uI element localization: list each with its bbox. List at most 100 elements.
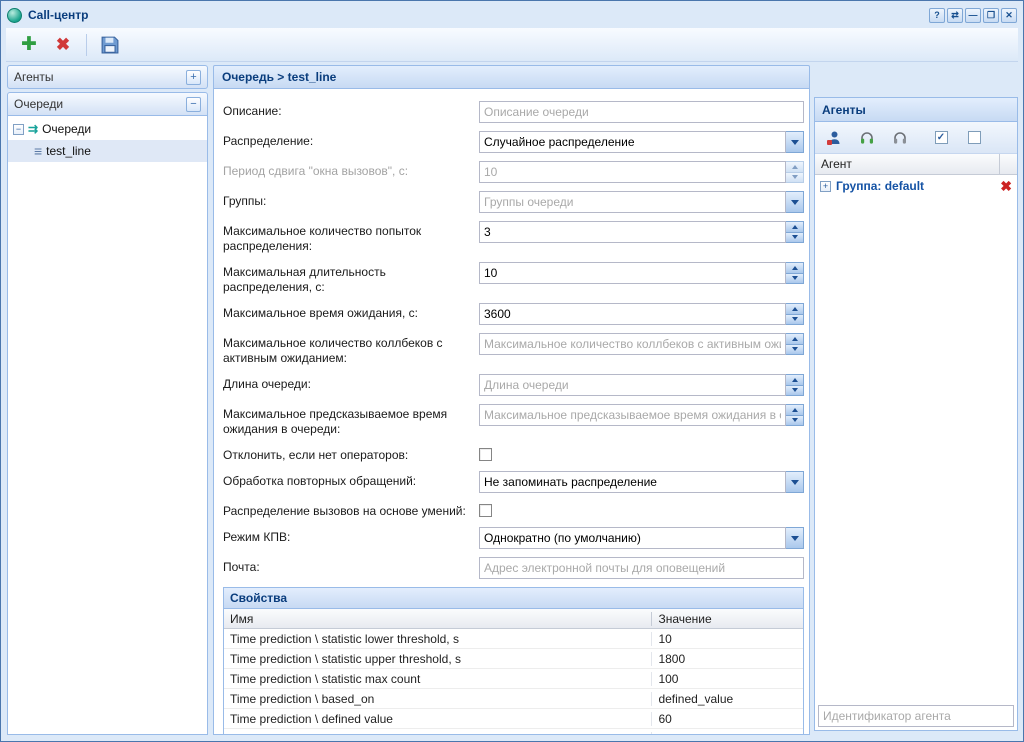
- tree-root-label: Очереди: [42, 122, 91, 136]
- spin-down-icon[interactable]: [786, 416, 804, 427]
- spin-down-icon[interactable]: [786, 315, 804, 326]
- tree-expander-icon[interactable]: −: [13, 124, 24, 135]
- property-name: Time prediction \ defined value: [224, 712, 652, 726]
- maximize-button[interactable]: ❐: [983, 8, 999, 23]
- property-row[interactable]: Time prediction \ defined value 60: [224, 709, 803, 729]
- agents-panel-footer: [815, 702, 1017, 730]
- delete-button[interactable]: ✖: [49, 31, 77, 59]
- column-header-value[interactable]: Значение: [652, 612, 803, 626]
- field-label: Период сдвига "окна вызовов", с:: [223, 161, 479, 179]
- property-row[interactable]: Time prediction \ statistic upper thresh…: [224, 649, 803, 669]
- close-button[interactable]: ✕: [1001, 8, 1017, 23]
- max-attempts-spinner[interactable]: [479, 221, 786, 243]
- spin-up-icon[interactable]: [786, 303, 804, 315]
- unassign-agent-button[interactable]: [891, 129, 909, 147]
- field-label: Максимальное время ожидания, с:: [223, 303, 479, 321]
- spin-down-icon[interactable]: [786, 386, 804, 397]
- spin-up-icon[interactable]: [786, 262, 804, 274]
- max-predicted-wait-spinner[interactable]: [479, 404, 786, 426]
- spinner-buttons: [786, 221, 804, 243]
- form-row-groups: Группы:: [223, 191, 804, 213]
- distribution-combo[interactable]: [479, 131, 786, 153]
- property-name: Time prediction \ min values in statisti…: [224, 732, 652, 736]
- agent-group-row[interactable]: + Группа: default ✖: [815, 175, 1017, 197]
- property-row[interactable]: Time prediction \ statistic max count 10…: [224, 669, 803, 689]
- max-callbacks-spinner[interactable]: [479, 333, 786, 355]
- call-window-shift-spinner: [479, 161, 786, 183]
- agent-id-input[interactable]: [818, 705, 1014, 727]
- chevron-down-icon[interactable]: [786, 191, 804, 213]
- spinner-buttons: [786, 333, 804, 355]
- form-row-max-predicted-wait: Максимальное предсказываемое время ожида…: [223, 404, 804, 437]
- add-icon: ✚: [21, 35, 37, 54]
- agents-panel-header: Агенты: [815, 98, 1017, 122]
- chevron-down-icon[interactable]: [786, 471, 804, 493]
- property-value: 10: [652, 732, 803, 736]
- queue-form: Описание: Распределение: Период сдвига "…: [213, 89, 810, 735]
- column-header-spacer: [1000, 154, 1017, 174]
- select-all-button[interactable]: ✓: [932, 129, 950, 147]
- add-button[interactable]: ✚: [15, 31, 43, 59]
- tree-item-queues-root[interactable]: − ⇉ Очереди: [8, 118, 207, 140]
- queue-detail-panel: Очередь > test_line Описание: Распределе…: [213, 65, 810, 735]
- chevron-down-icon[interactable]: [786, 131, 804, 153]
- column-header-name[interactable]: Имя: [224, 612, 652, 626]
- property-row[interactable]: Time prediction \ min values in statisti…: [224, 729, 803, 735]
- spin-up-icon[interactable]: [786, 221, 804, 233]
- expand-icon[interactable]: +: [186, 70, 201, 85]
- repeat-handling-combo[interactable]: [479, 471, 786, 493]
- spin-up-icon[interactable]: [786, 374, 804, 386]
- spin-down-icon[interactable]: [786, 345, 804, 356]
- form-row-max-callbacks: Максимальное количество коллбеков с акти…: [223, 333, 804, 366]
- field-label: Максимальное количество попыток распреде…: [223, 221, 479, 254]
- spin-up-icon[interactable]: [786, 404, 804, 416]
- checked-checkbox-icon: ✓: [935, 131, 948, 144]
- group-label: Группа: default: [836, 179, 924, 193]
- window-controls: ? ⇄ — ❐ ✕: [929, 8, 1017, 23]
- property-name: Time prediction \ based_on: [224, 692, 652, 706]
- kpv-mode-combo[interactable]: [479, 527, 786, 549]
- collapse-icon[interactable]: −: [186, 97, 201, 112]
- agent-icon: [826, 130, 842, 146]
- save-icon: [101, 36, 119, 54]
- spin-up-icon[interactable]: [786, 333, 804, 345]
- property-row[interactable]: Time prediction \ based_on defined_value: [224, 689, 803, 709]
- tree-item-test-line[interactable]: ≡ test_line: [8, 140, 207, 162]
- max-duration-spinner[interactable]: [479, 262, 786, 284]
- skill-based-checkbox[interactable]: [479, 504, 492, 517]
- group-expander-icon[interactable]: +: [820, 181, 831, 192]
- form-row-max-duration: Максимальная длительность распределения,…: [223, 262, 804, 295]
- queue-detail-header: Очередь > test_line: [213, 65, 810, 89]
- help-button[interactable]: ?: [929, 8, 945, 23]
- spin-down-icon[interactable]: [786, 233, 804, 244]
- field-label: Обработка повторных обращений:: [223, 471, 479, 489]
- spin-down-icon[interactable]: [786, 274, 804, 285]
- description-input[interactable]: [479, 101, 804, 123]
- property-row[interactable]: Time prediction \ statistic lower thresh…: [224, 629, 803, 649]
- deselect-all-button[interactable]: [965, 129, 983, 147]
- delete-group-icon[interactable]: ✖: [1000, 179, 1012, 193]
- groups-combo[interactable]: [479, 191, 786, 213]
- app-logo-icon: [7, 8, 22, 23]
- form-row-email: Почта:: [223, 557, 804, 579]
- accordion-header-queues[interactable]: Очереди −: [7, 92, 208, 116]
- email-field[interactable]: [479, 557, 804, 579]
- add-agent-button[interactable]: [825, 129, 843, 147]
- spinner-buttons: [786, 262, 804, 284]
- spinner-buttons: [786, 303, 804, 325]
- pin-button[interactable]: ⇄: [947, 8, 963, 23]
- save-button[interactable]: [96, 31, 124, 59]
- minimize-button[interactable]: —: [965, 8, 981, 23]
- reject-no-operators-checkbox[interactable]: [479, 448, 492, 461]
- queue-length-spinner[interactable]: [479, 374, 786, 396]
- column-header-agent[interactable]: Агент: [815, 154, 1000, 174]
- max-wait-spinner[interactable]: [479, 303, 786, 325]
- assign-agent-button[interactable]: [858, 129, 876, 147]
- tree-child-label: test_line: [46, 144, 91, 158]
- chevron-down-icon[interactable]: [786, 527, 804, 549]
- accordion-header-agents[interactable]: Агенты +: [7, 65, 208, 89]
- window-title: Call-центр: [28, 8, 89, 22]
- form-row-reject-no-operators: Отклонить, если нет операторов:: [223, 445, 804, 463]
- field-label: Режим КПВ:: [223, 527, 479, 545]
- agents-panel-title: Агенты: [822, 103, 866, 117]
